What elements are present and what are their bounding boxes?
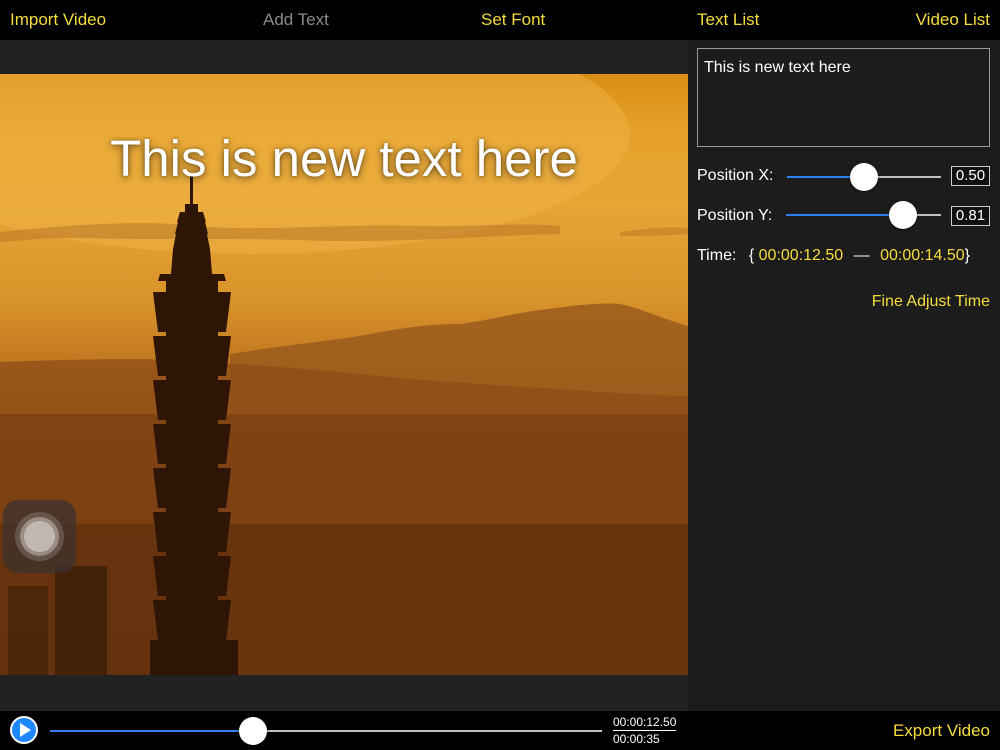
play-button[interactable]	[10, 716, 38, 744]
text-content-input[interactable]: This is new text here	[697, 48, 990, 147]
add-text-button[interactable]: Add Text	[263, 10, 329, 30]
position-y-value[interactable]: 0.81	[951, 206, 990, 226]
time-label: Time:	[697, 247, 737, 264]
playback-bar: 00:00:12.50 00:00:35 Export Video	[0, 711, 1000, 750]
position-x-slider-thumb[interactable]	[850, 163, 878, 191]
total-time: 00:00:35	[613, 732, 660, 746]
video-preview-area: This is new text here	[0, 40, 688, 711]
export-video-button[interactable]: Export Video	[893, 721, 990, 741]
time-separator: —	[853, 247, 870, 264]
import-video-button[interactable]: Import Video	[10, 10, 106, 30]
position-x-value[interactable]: 0.50	[951, 166, 990, 186]
top-toolbar: Import Video Add Text Set Font Text List…	[0, 0, 1000, 40]
time-end-value[interactable]: 00:00:14.50	[880, 247, 965, 264]
fine-adjust-time-button[interactable]: Fine Adjust Time	[872, 292, 990, 312]
video-overlay-text: This is new text here	[110, 130, 578, 187]
time-start-value[interactable]: 00:00:12.50	[759, 247, 844, 264]
play-icon	[20, 723, 31, 737]
position-x-label: Position X:	[697, 167, 774, 184]
assistive-touch-icon[interactable]	[3, 500, 76, 573]
current-time: 00:00:12.50	[613, 715, 677, 731]
position-y-slider[interactable]	[786, 200, 941, 230]
position-y-slider-thumb[interactable]	[888, 201, 917, 229]
text-list-button[interactable]: Text List	[697, 10, 759, 30]
playback-scrubber-thumb[interactable]	[238, 717, 267, 745]
time-brace-close: }	[964, 247, 970, 264]
set-font-button[interactable]: Set Font	[481, 10, 545, 30]
position-x-slider[interactable]	[787, 162, 941, 192]
time-range-row: Time: { 00:00:12.50 — 00:00:14.50}	[697, 246, 970, 266]
time-brace-open: {	[748, 247, 755, 264]
text-editor-panel: This is new text here Position X: 0.50 P…	[688, 40, 1000, 711]
position-y-label: Position Y:	[697, 207, 773, 224]
playback-scrubber[interactable]	[50, 716, 602, 746]
video-frame[interactable]: This is new text here	[0, 74, 688, 675]
video-list-button[interactable]: Video List	[916, 10, 990, 30]
